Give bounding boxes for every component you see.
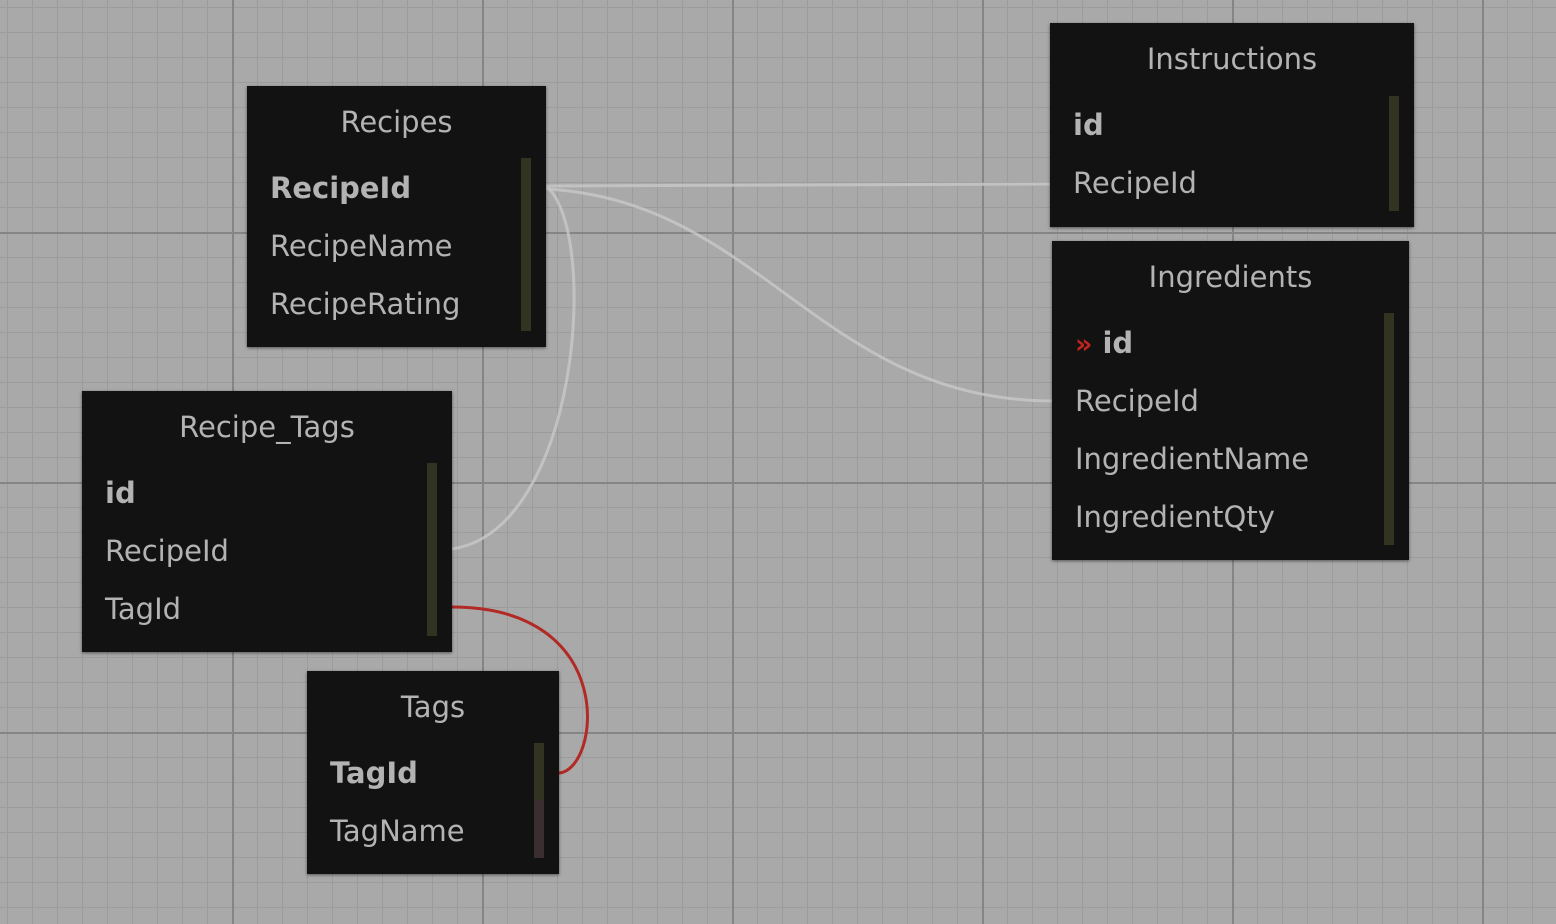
- field-id[interactable]: » id: [1052, 314, 1409, 372]
- table-tags[interactable]: Tags TagId TagName: [307, 671, 559, 874]
- table-title: Recipes: [340, 105, 453, 139]
- field-id[interactable]: id: [82, 464, 452, 522]
- table-recipes[interactable]: Recipes RecipeId RecipeName RecipeRating: [247, 86, 546, 347]
- field-recipeid[interactable]: RecipeId: [82, 522, 452, 580]
- table-instructions[interactable]: Instructions id RecipeId: [1050, 23, 1414, 227]
- scrollbar[interactable]: [1384, 313, 1394, 545]
- field-list: id RecipeId TagId: [82, 464, 452, 638]
- scrollbar[interactable]: [534, 743, 544, 858]
- field-ingredientname[interactable]: IngredientName: [1052, 430, 1409, 488]
- field-tagname[interactable]: TagName: [307, 802, 559, 860]
- field-recipename[interactable]: RecipeName: [247, 217, 546, 275]
- table-recipe-tags[interactable]: Recipe_Tags id RecipeId TagId: [82, 391, 452, 652]
- field-reciperating[interactable]: RecipeRating: [247, 275, 546, 333]
- field-list: id RecipeId: [1050, 96, 1414, 212]
- field-id[interactable]: id: [1050, 96, 1414, 154]
- scrollbar[interactable]: [427, 463, 437, 636]
- field-list: RecipeId RecipeName RecipeRating: [247, 159, 546, 333]
- field-label: id: [1102, 326, 1134, 360]
- table-title: Instructions: [1146, 42, 1318, 76]
- table-ingredients[interactable]: Ingredients » id RecipeId IngredientName …: [1052, 241, 1409, 560]
- link-recipes-ingredients[interactable]: [545, 187, 1053, 403]
- table-title: Recipe_Tags: [179, 410, 355, 444]
- diagram-canvas[interactable]: Recipes RecipeId RecipeName RecipeRating…: [0, 0, 1556, 924]
- field-recipeid[interactable]: RecipeId: [1052, 372, 1409, 430]
- field-ingredientqty[interactable]: IngredientQty: [1052, 488, 1409, 546]
- field-list: » id RecipeId IngredientName IngredientQt…: [1052, 314, 1409, 546]
- table-title: Tags: [400, 690, 466, 724]
- field-tagid[interactable]: TagId: [307, 744, 559, 802]
- field-recipeid[interactable]: RecipeId: [247, 159, 546, 217]
- scrollbar[interactable]: [521, 158, 531, 331]
- field-recipeid[interactable]: RecipeId: [1050, 154, 1414, 212]
- scrollbar[interactable]: [1389, 96, 1399, 211]
- table-title: Ingredients: [1148, 260, 1313, 294]
- field-list: TagId TagName: [307, 744, 559, 860]
- link-recipes-instructions[interactable]: [545, 182, 1051, 188]
- double-chevron-right-icon: »: [1075, 329, 1093, 360]
- field-tagid[interactable]: TagId: [82, 580, 452, 638]
